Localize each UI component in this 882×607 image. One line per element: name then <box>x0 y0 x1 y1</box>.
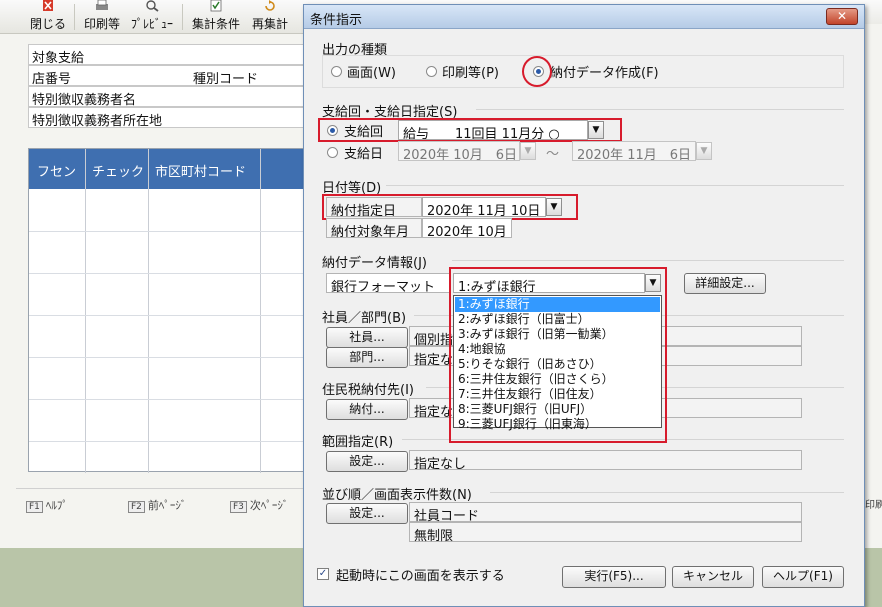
conditions-tool-button[interactable]: 集計条件 <box>188 0 244 33</box>
employee-button[interactable]: 社員... <box>326 327 408 348</box>
municipality-grid: フセン チェック 市区町村コード <box>28 148 319 473</box>
sort-label: 並び順／画面表示件数(N) <box>322 488 472 503</box>
run-button[interactable]: 実行(F5)... <box>562 566 666 588</box>
payment-data-label: 納付データ情報(J) <box>322 256 427 271</box>
highlight-box-date <box>322 194 578 220</box>
radio-output-screen[interactable] <box>331 66 342 77</box>
employee-dept-label: 社員／部門(B) <box>322 311 407 326</box>
grid-row-line <box>29 399 319 400</box>
info-row-collector-address: 特別徴収義務者所在地 <box>28 107 318 129</box>
show-on-start-label: 起動時にこの画面を表示する <box>336 569 505 584</box>
grid-row-line <box>29 231 319 232</box>
printer-icon <box>96 0 108 10</box>
dept-button[interactable]: 部門... <box>326 347 408 368</box>
section-divider <box>490 492 844 493</box>
desktop-background <box>0 548 303 607</box>
grid-row-line <box>29 273 319 274</box>
highlight-circle <box>522 56 552 87</box>
dialog-close-button[interactable]: ✕ <box>826 8 858 25</box>
f1-help-key[interactable]: F1 ﾍﾙﾌﾟ <box>26 497 68 513</box>
refresh-icon <box>265 0 275 11</box>
chevron-down-icon[interactable]: ▼ <box>520 142 536 160</box>
range-label: 範囲指定(R) <box>322 435 394 450</box>
function-key-bar: F1 ﾍﾙﾌﾟ F2 前ﾍﾟｰｼﾞ F3 次ﾍﾟｰｼﾞ <box>16 488 316 518</box>
toolbar-separator <box>182 4 183 30</box>
payment-date-to[interactable]: 2020年 11月 6日 <box>572 141 696 161</box>
sort-order-value: 社員コード <box>409 502 802 524</box>
show-on-start-checkbox[interactable]: ✓ <box>317 568 329 580</box>
info-row-payer: 対象支給 <box>28 44 318 66</box>
tax-destination-button[interactable]: 納付... <box>326 399 408 420</box>
sort-button[interactable]: 設定... <box>326 503 408 524</box>
dialog-title: 条件指示 <box>310 13 363 28</box>
radio-output-print[interactable] <box>426 66 437 77</box>
grid-header: フセン チェック 市区町村コード <box>29 149 319 189</box>
grid-column-line <box>260 149 261 473</box>
checklist-icon <box>210 0 222 12</box>
range-button[interactable]: 設定... <box>326 451 408 472</box>
detail-settings-button[interactable]: 詳細設定... <box>684 273 766 294</box>
info-row-collector-name: 特別徴収義務者名 <box>28 86 318 108</box>
info-row-store: 店番号 種別コード <box>28 65 318 87</box>
bank-format-label: 銀行フォーマット <box>326 273 450 295</box>
target-month-value: 2020年 10月 <box>422 218 512 240</box>
section-divider <box>476 109 844 110</box>
f2-prev-key[interactable]: F2 前ﾍﾟｰｼﾞ <box>128 497 186 513</box>
highlight-box-bank <box>449 267 667 443</box>
range-value: 指定なし <box>409 450 802 472</box>
toolbar-separator <box>74 4 75 30</box>
tax-destination-label: 住民税納付先(I) <box>322 383 414 398</box>
help-button[interactable]: ヘルプ(F1) <box>762 566 844 588</box>
display-count-value: 無制限 <box>409 522 802 544</box>
grid-row-line <box>29 441 319 442</box>
cancel-button[interactable]: キャンセル <box>672 566 754 588</box>
conditions-dialog: 条件指示 ✕ 出力の種類 画面(W) 印刷等(P) 納付データ作成(F) 支給回… <box>303 4 865 607</box>
grid-column-line <box>148 149 149 473</box>
print-tool-button[interactable]: 印刷等 <box>80 0 124 33</box>
radio-payment-date[interactable] <box>327 147 338 158</box>
grid-row-line <box>29 357 319 358</box>
grid-row-line <box>29 315 319 316</box>
preview-tool-button[interactable]: ﾌﾟﾚﾋﾞｭｰ <box>128 0 176 33</box>
grid-column-line <box>85 149 86 473</box>
highlight-box-round <box>318 118 622 142</box>
close-tool-button[interactable]: 閉じる <box>26 0 70 33</box>
f3-next-key[interactable]: F3 次ﾍﾟｰｼﾞ <box>230 497 288 513</box>
section-divider <box>386 185 844 186</box>
payment-date-from[interactable]: 2020年 10月 6日 <box>398 141 520 161</box>
dialog-titlebar: 条件指示 <box>304 5 864 29</box>
chevron-down-icon[interactable]: ▼ <box>696 142 712 160</box>
section-divider <box>452 260 844 261</box>
magnifier-icon <box>146 0 159 12</box>
close-icon: ✕ <box>836 9 848 23</box>
background-app-right-edge: 印刷 <box>865 24 882 548</box>
close-icon <box>43 0 53 11</box>
target-month-label: 納付対象年月 <box>326 218 422 240</box>
recalc-tool-button[interactable]: 再集計 <box>248 0 292 33</box>
